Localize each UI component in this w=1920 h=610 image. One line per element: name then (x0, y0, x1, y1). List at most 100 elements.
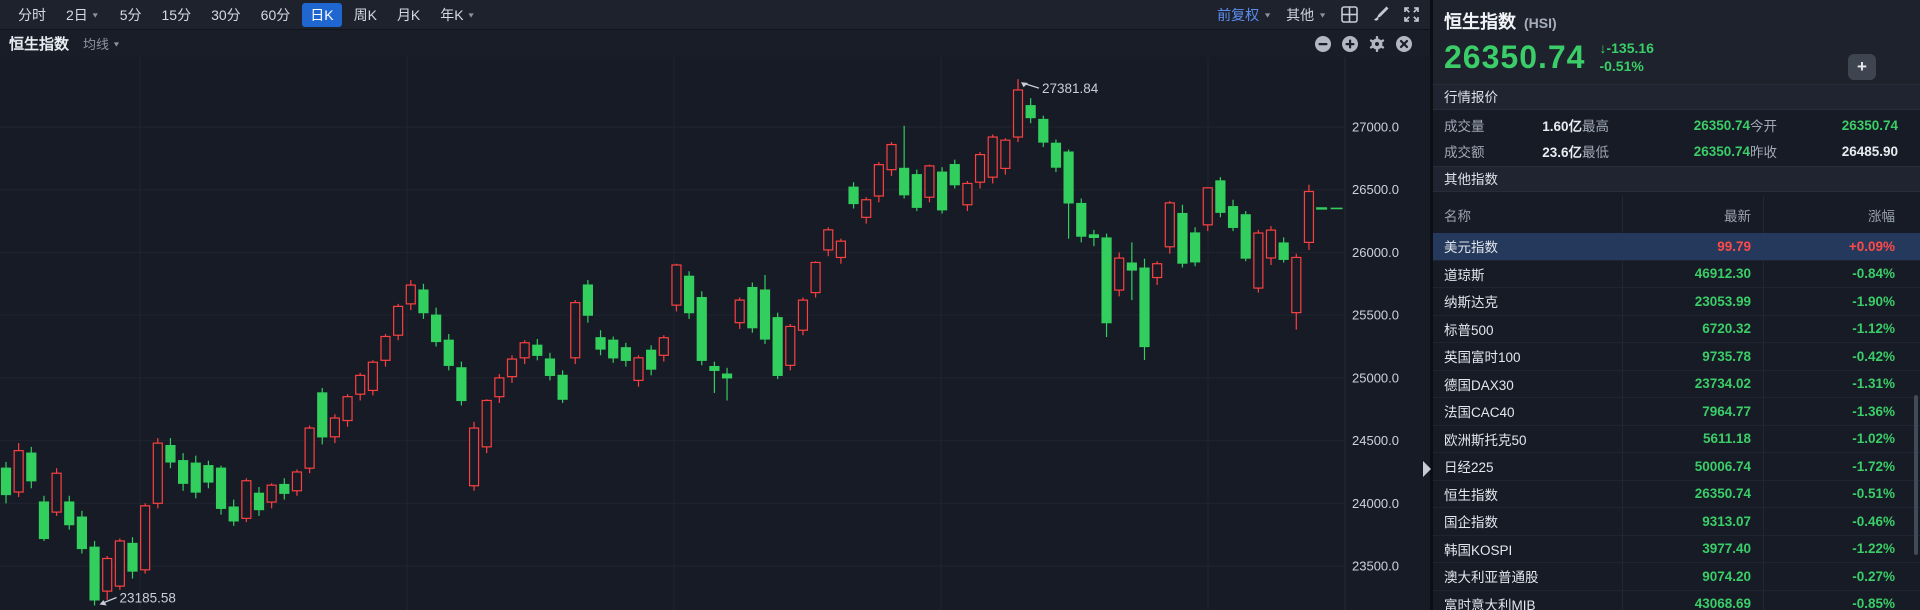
period-tab-月K[interactable]: 月K (389, 3, 428, 27)
index-row-name: 恒生指数 (1444, 487, 1498, 503)
adjust-type-dropdown[interactable]: 前复权 ▼ (1217, 5, 1272, 25)
index-row-last: 9074.20 (1702, 568, 1751, 584)
index-row-国企指数[interactable]: 国企指数 9313.07 -0.46% (1433, 508, 1920, 536)
index-row-last: 9735.78 (1702, 348, 1751, 364)
y-axis-label: 27000.0 (1352, 120, 1399, 135)
index-row-last: 50006.74 (1694, 458, 1751, 474)
index-row-change: -0.51% (1852, 486, 1895, 502)
index-row-name: 韩国KOSPI (1444, 542, 1513, 558)
section-quote-title: 行情报价 (1433, 84, 1920, 110)
index-row-last: 99.79 (1717, 238, 1751, 254)
index-code: (HSI) (1524, 15, 1557, 31)
quote-row-1: 成交量 1.60亿 最高 26350.74 今开 26350.74 (1433, 112, 1920, 138)
zoom-in-icon[interactable] (1341, 35, 1359, 53)
period-tab-年K[interactable]: 年K ▼ (432, 3, 483, 27)
y-axis-label: 26000.0 (1352, 245, 1399, 260)
index-change: ↓-135.16 -0.51% (1599, 40, 1654, 74)
chevron-down-icon: ▼ (90, 10, 100, 19)
index-row-纳斯达克[interactable]: 纳斯达克 23053.99 -1.90% (1433, 288, 1920, 316)
add-to-watchlist-button[interactable]: + (1848, 54, 1876, 80)
trading-app: 27000.0 26500.0 26000.0 25500.0 25000.0 24500… (0, 0, 1920, 610)
period-toolbar: 分时 2日 ▼ 5分 15分 30分 60分 日K 周K 月K 年K ▼ 前复权 ▼ 其他 ▼ (0, 0, 1430, 30)
index-row-name: 标普500 (1444, 322, 1494, 338)
quote-value: 23.6亿 (1542, 145, 1582, 160)
index-row-last: 6720.32 (1702, 321, 1751, 337)
index-row-澳大利亚普通股[interactable]: 澳大利亚普通股 9074.20 -0.27% (1433, 563, 1920, 591)
scrollbar-thumb[interactable] (1914, 395, 1918, 555)
period-tab-60分[interactable]: 60分 (253, 3, 299, 27)
section-indices-title: 其他指数 (1433, 166, 1920, 192)
index-row-富时意大利MIB[interactable]: 富时意大利MIB 43068.69 -0.85% (1433, 591, 1920, 610)
index-row-change: -0.84% (1852, 266, 1895, 282)
index-row-德国DAX30[interactable]: 德国DAX30 23734.02 -1.31% (1433, 371, 1920, 398)
index-row-change: -1.36% (1852, 403, 1895, 419)
index-row-name: 法国CAC40 (1444, 405, 1515, 421)
chart-controls (1314, 35, 1421, 53)
index-row-欧洲斯托克50[interactable]: 欧洲斯托克50 5611.18 -1.02% (1433, 426, 1920, 453)
index-row-英国富时100[interactable]: 英国富时100 9735.78 -0.42% (1433, 343, 1920, 371)
quote-label: 最低 (1582, 145, 1609, 160)
chart-title-bar: 恒生指数 均线 ▼ (0, 30, 1430, 57)
index-row-last: 7964.77 (1702, 403, 1751, 419)
candlestick-chart[interactable]: 27000.0 26500.0 26000.0 25500.0 25000.0 24500… (0, 0, 1430, 610)
index-price: 26350.74 (1444, 39, 1586, 75)
quote-value: 26350.74 (1693, 117, 1750, 133)
quote-value: 1.60亿 (1542, 119, 1582, 134)
fullscreen-icon[interactable] (1403, 6, 1420, 23)
index-row-name: 美元指数 (1444, 240, 1498, 256)
close-chart-icon[interactable] (1395, 35, 1413, 53)
quote-label: 今开 (1750, 119, 1777, 134)
quote-label: 成交量 (1444, 119, 1485, 134)
index-row-change: -1.72% (1852, 458, 1895, 474)
quote-header: 恒生指数 (HSI) 26350.74 ↓-135.16 -0.51% + (1433, 0, 1920, 84)
y-axis-label: 26500.0 (1352, 182, 1399, 197)
quote-label: 最高 (1582, 119, 1609, 134)
quote-panel: 恒生指数 (HSI) 26350.74 ↓-135.16 -0.51% + 行情… (1433, 0, 1920, 610)
chevron-down-icon: ▼ (1263, 10, 1273, 19)
index-row-last: 3977.40 (1702, 541, 1751, 557)
index-row-name: 道琼斯 (1444, 267, 1485, 283)
index-row-change: -0.42% (1852, 348, 1895, 364)
period-tab-分时[interactable]: 分时 (10, 3, 54, 27)
period-tab-2日[interactable]: 2日 ▼ (58, 3, 108, 27)
chevron-down-icon: ▼ (466, 10, 476, 19)
period-tab-日K[interactable]: 日K (302, 2, 342, 27)
col-last-header: 最新 (1724, 208, 1751, 224)
brush-icon[interactable] (1372, 6, 1389, 23)
quote-row-2: 成交额 23.6亿 最低 26350.74 昨收 26485.90 (1433, 138, 1920, 164)
index-row-道琼斯[interactable]: 道琼斯 46912.30 -0.84% (1433, 261, 1920, 288)
period-tab-5分[interactable]: 5分 (112, 3, 150, 27)
zoom-out-icon[interactable] (1314, 35, 1332, 53)
period-tabs: 分时 2日 ▼ 5分 15分 30分 60分 日K 周K 月K 年K ▼ (10, 2, 484, 27)
period-tab-30分[interactable]: 30分 (203, 3, 249, 27)
index-row-法国CAC40[interactable]: 法国CAC40 7964.77 -1.36% (1433, 398, 1920, 426)
chart-pane: 27000.0 26500.0 26000.0 25500.0 25000.0 24500… (0, 0, 1430, 610)
index-row-恒生指数[interactable]: 恒生指数 26350.74 -0.51% (1433, 481, 1920, 508)
layout-grid-icon[interactable] (1341, 6, 1358, 23)
index-name: 恒生指数 (1444, 12, 1516, 32)
quote-value: 26485.90 (1841, 143, 1898, 159)
ma-dropdown[interactable]: 均线 ▼ (83, 34, 121, 53)
index-row-change: -1.31% (1852, 376, 1895, 392)
index-row-change: -1.22% (1852, 541, 1895, 557)
index-row-name: 英国富时100 (1444, 350, 1521, 366)
index-row-change: +0.09% (1848, 238, 1895, 254)
index-row-change: -1.90% (1852, 293, 1895, 309)
period-tab-周K[interactable]: 周K (346, 3, 385, 27)
index-row-美元指数[interactable]: 美元指数 99.79 +0.09% (1433, 233, 1920, 261)
index-row-标普500[interactable]: 标普500 6720.32 -1.12% (1433, 316, 1920, 343)
low-annotation: 23185.58 (120, 590, 176, 605)
index-row-日经225[interactable]: 日经225 50006.74 -1.72% (1433, 453, 1920, 481)
panel-collapse-arrow-icon[interactable] (1423, 461, 1431, 477)
col-name-header: 名称 (1444, 208, 1471, 224)
index-row-韩国KOSPI[interactable]: 韩国KOSPI 3977.40 -1.22% (1433, 536, 1920, 563)
index-row-name: 纳斯达克 (1444, 295, 1498, 311)
index-row-last: 26350.74 (1694, 486, 1751, 502)
index-row-last: 43068.69 (1694, 596, 1751, 610)
chart-symbol-title: 恒生指数 (9, 36, 70, 53)
y-axis-label: 24000.0 (1352, 496, 1399, 511)
other-dropdown[interactable]: 其他 ▼ (1286, 5, 1327, 25)
period-tab-15分[interactable]: 15分 (154, 3, 200, 27)
settings-gear-icon[interactable] (1368, 35, 1386, 53)
index-row-name: 富时意大利MIB (1444, 597, 1536, 610)
